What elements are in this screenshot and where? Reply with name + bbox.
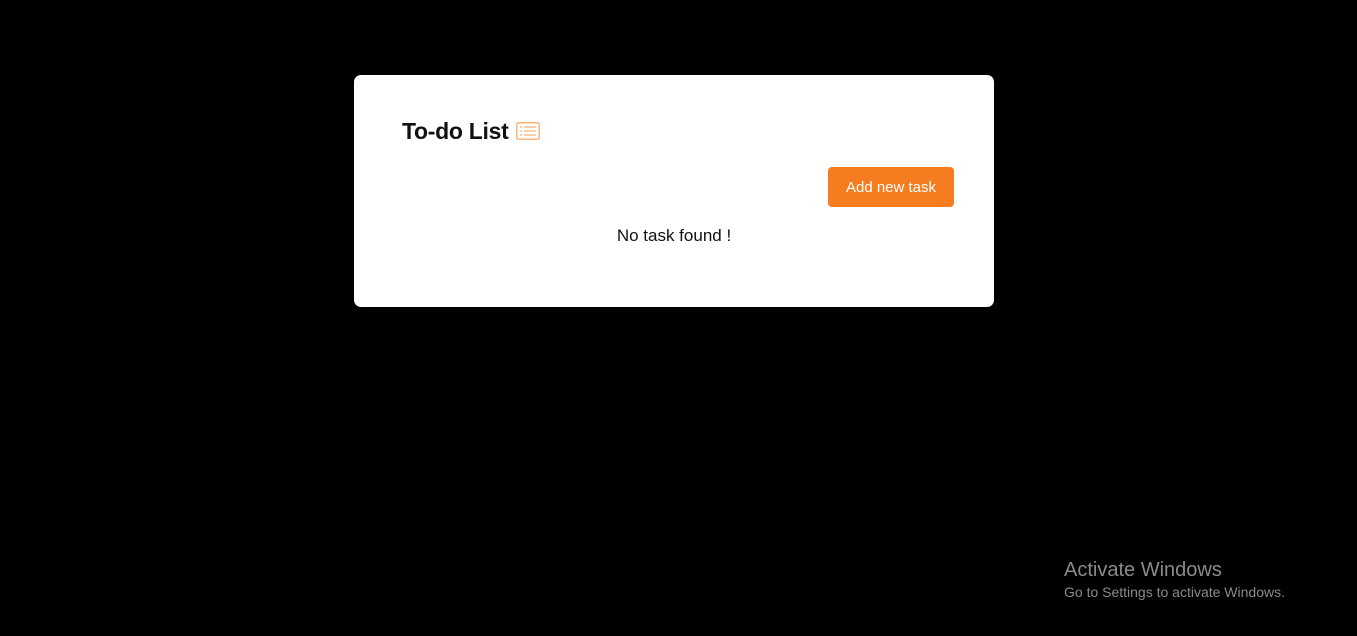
todo-header: To-do List — [402, 115, 541, 147]
todo-card: To-do List Add new task No task found ! — [354, 75, 994, 307]
page-title: To-do List — [402, 117, 509, 144]
add-new-task-button[interactable]: Add new task — [828, 167, 954, 207]
windows-activation-watermark: Activate Windows Go to Settings to activ… — [1064, 558, 1285, 602]
empty-state-message: No task found ! — [616, 226, 732, 245]
list-icon — [516, 122, 541, 140]
watermark-title: Activate Windows — [1064, 559, 1222, 581]
watermark-subtitle: Go to Settings to activate Windows. — [1064, 584, 1285, 600]
page-background: To-do List Add new task No task found ! … — [0, 0, 1357, 636]
